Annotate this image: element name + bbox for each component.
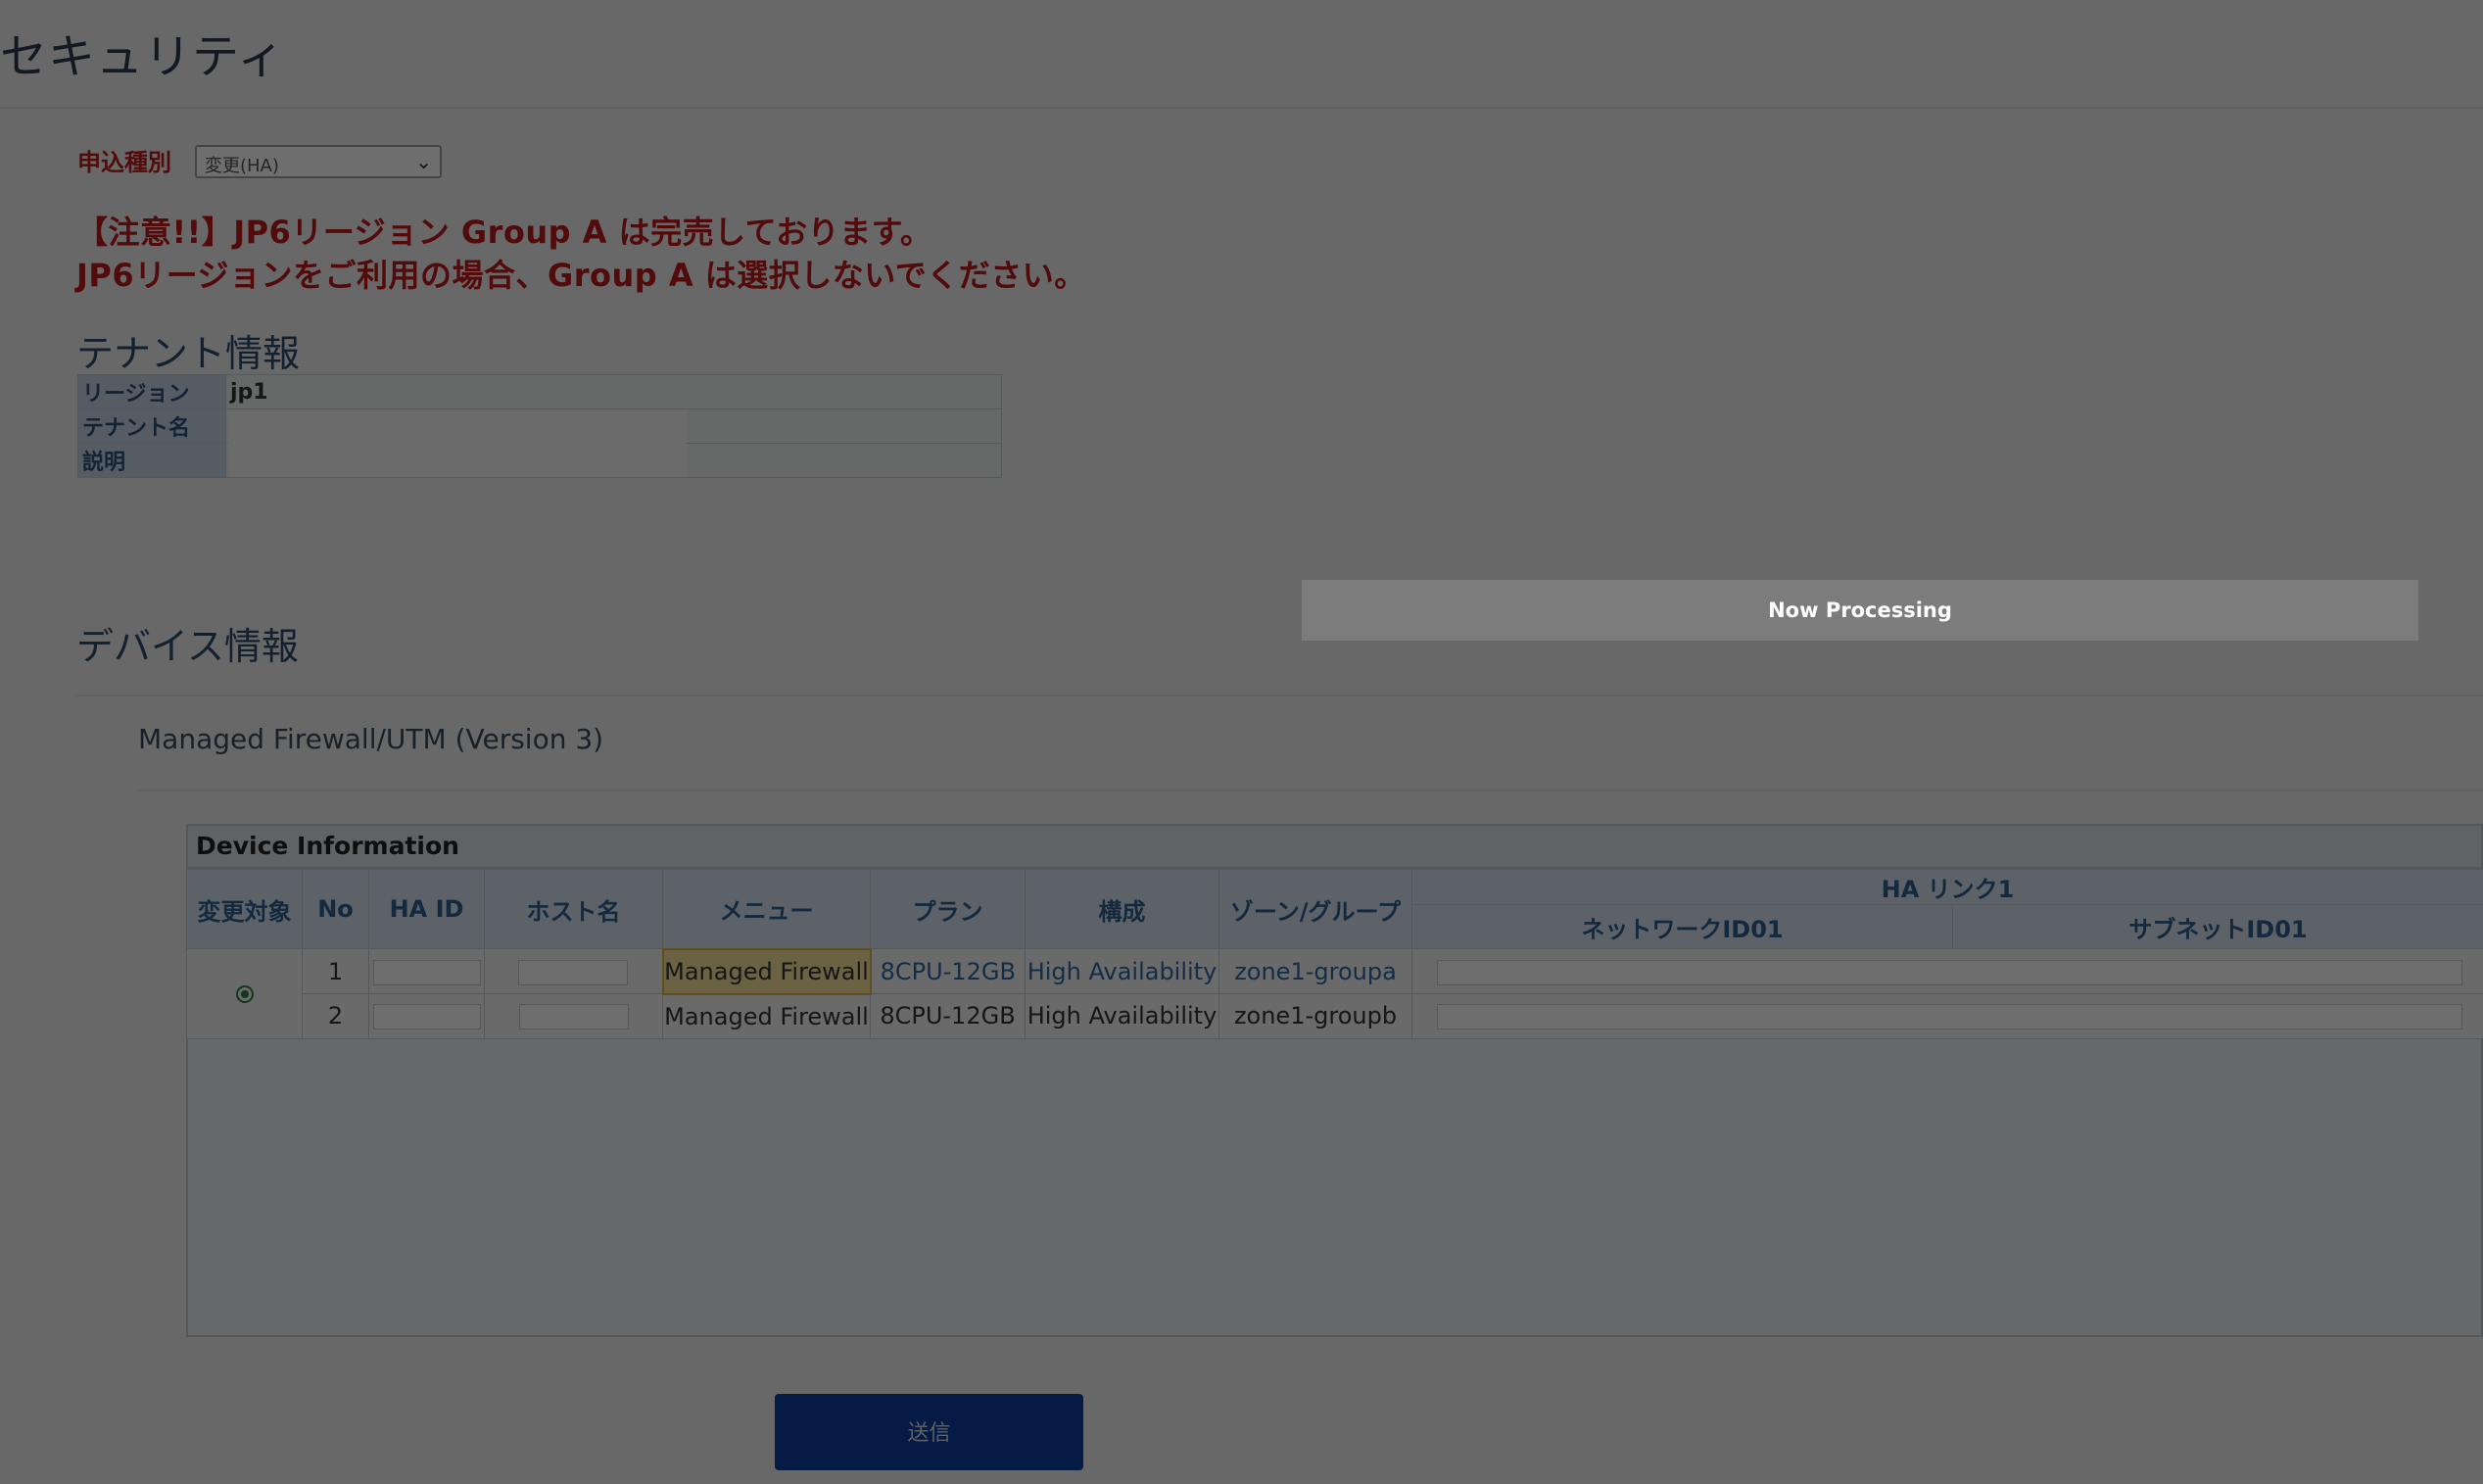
apply-type-label: 申込種別: [77, 149, 171, 176]
ha-id-value: [372, 959, 481, 985]
plan-cell: 8CPU-12GB: [870, 948, 1026, 994]
device-section-divider: [76, 694, 2483, 696]
col-network-id: ネットワークID01: [1411, 904, 1953, 949]
submit-button[interactable]: 送信: [775, 1394, 1083, 1470]
col-plan: プラン: [870, 869, 1026, 949]
zone-cell: zone1-groupb: [1218, 993, 1412, 1039]
plan-cell: 8CPU-12GB: [870, 993, 1026, 1039]
host-field: [484, 948, 663, 994]
page-title: セキュリティ: [0, 29, 286, 84]
device-row: 2 Managed Firewall 8CPU-12GB High Availa…: [187, 993, 2483, 1039]
redacted-area: [228, 410, 687, 477]
tenant-label-name: テナント名: [77, 408, 226, 444]
processing-indicator: Now Processing: [1302, 580, 2418, 641]
ha-link-value: [1437, 1004, 2462, 1030]
row-no: 2: [302, 993, 369, 1039]
tenant-value-region: jp1: [225, 374, 1002, 409]
host-value: [518, 959, 629, 985]
product-name: Managed Firewall/UTM (Version 3): [138, 723, 604, 755]
notice-line-1: 【注意!!】JP6リージョン Group A は完売しております。: [76, 214, 932, 251]
config-cell: High Availability: [1025, 993, 1219, 1039]
tenant-label-description: 説明: [77, 443, 226, 478]
col-zone: ゾーン/グループ: [1218, 869, 1412, 949]
col-target: 変更対象: [186, 869, 303, 949]
col-menu: メニュー: [662, 869, 871, 949]
device-table: 変更対象 No HA ID ホスト名 メニュー プラン 構成 ゾーン/グループ …: [186, 868, 2483, 1039]
host-field: [484, 993, 663, 1039]
device-header-row-1: 変更対象 No HA ID ホスト名 メニュー プラン 構成 ゾーン/グループ …: [186, 868, 2483, 949]
host-value: [518, 1004, 629, 1030]
col-subnet-id: サブネットID01: [1952, 904, 2483, 949]
device-section-title: デバイス情報: [76, 625, 299, 668]
menu-cell: Managed Firewall: [661, 947, 872, 995]
tenant-row-region: リージョン jp1: [77, 374, 1002, 409]
row-no: 1: [302, 948, 369, 994]
col-config: 構成: [1025, 869, 1219, 949]
chevron-down-icon: ⌄: [415, 150, 432, 173]
notice-line-2: JP6リージョンをご利用の場合、Group A は選択しないでください。: [76, 257, 1086, 294]
apply-type-select[interactable]: 変更(HA) ⌄: [195, 145, 442, 178]
col-host: ホスト名: [484, 869, 663, 949]
zone-cell: zone1-groupa: [1218, 948, 1412, 994]
ha-id-field: [368, 948, 485, 994]
title-divider: [0, 107, 2483, 109]
device-row: 1 Managed Firewall 8CPU-12GB High Availa…: [186, 947, 2483, 1039]
ha-link-field: [1411, 993, 2483, 1039]
col-ha-link: HA リンク1: [1411, 868, 2483, 906]
device-information-title: Device Information: [186, 824, 2483, 869]
col-no: No: [302, 869, 369, 949]
ha-id-value: [372, 1004, 481, 1030]
tenant-section-title: テナント情報: [76, 332, 301, 375]
ha-link-field: [1411, 948, 2483, 994]
ha-link-value: [1437, 959, 2462, 985]
col-ha-id: HA ID: [368, 869, 485, 949]
target-radio-cell[interactable]: [186, 948, 303, 1039]
config-cell: High Availability: [1025, 948, 1219, 994]
tenant-label-region: リージョン: [77, 374, 226, 409]
target-radio[interactable]: [235, 985, 254, 1004]
apply-type-value: 変更(HA): [205, 156, 279, 176]
ha-id-field: [368, 993, 485, 1039]
product-divider: [138, 790, 2483, 791]
menu-cell: Managed Firewall: [662, 993, 871, 1039]
